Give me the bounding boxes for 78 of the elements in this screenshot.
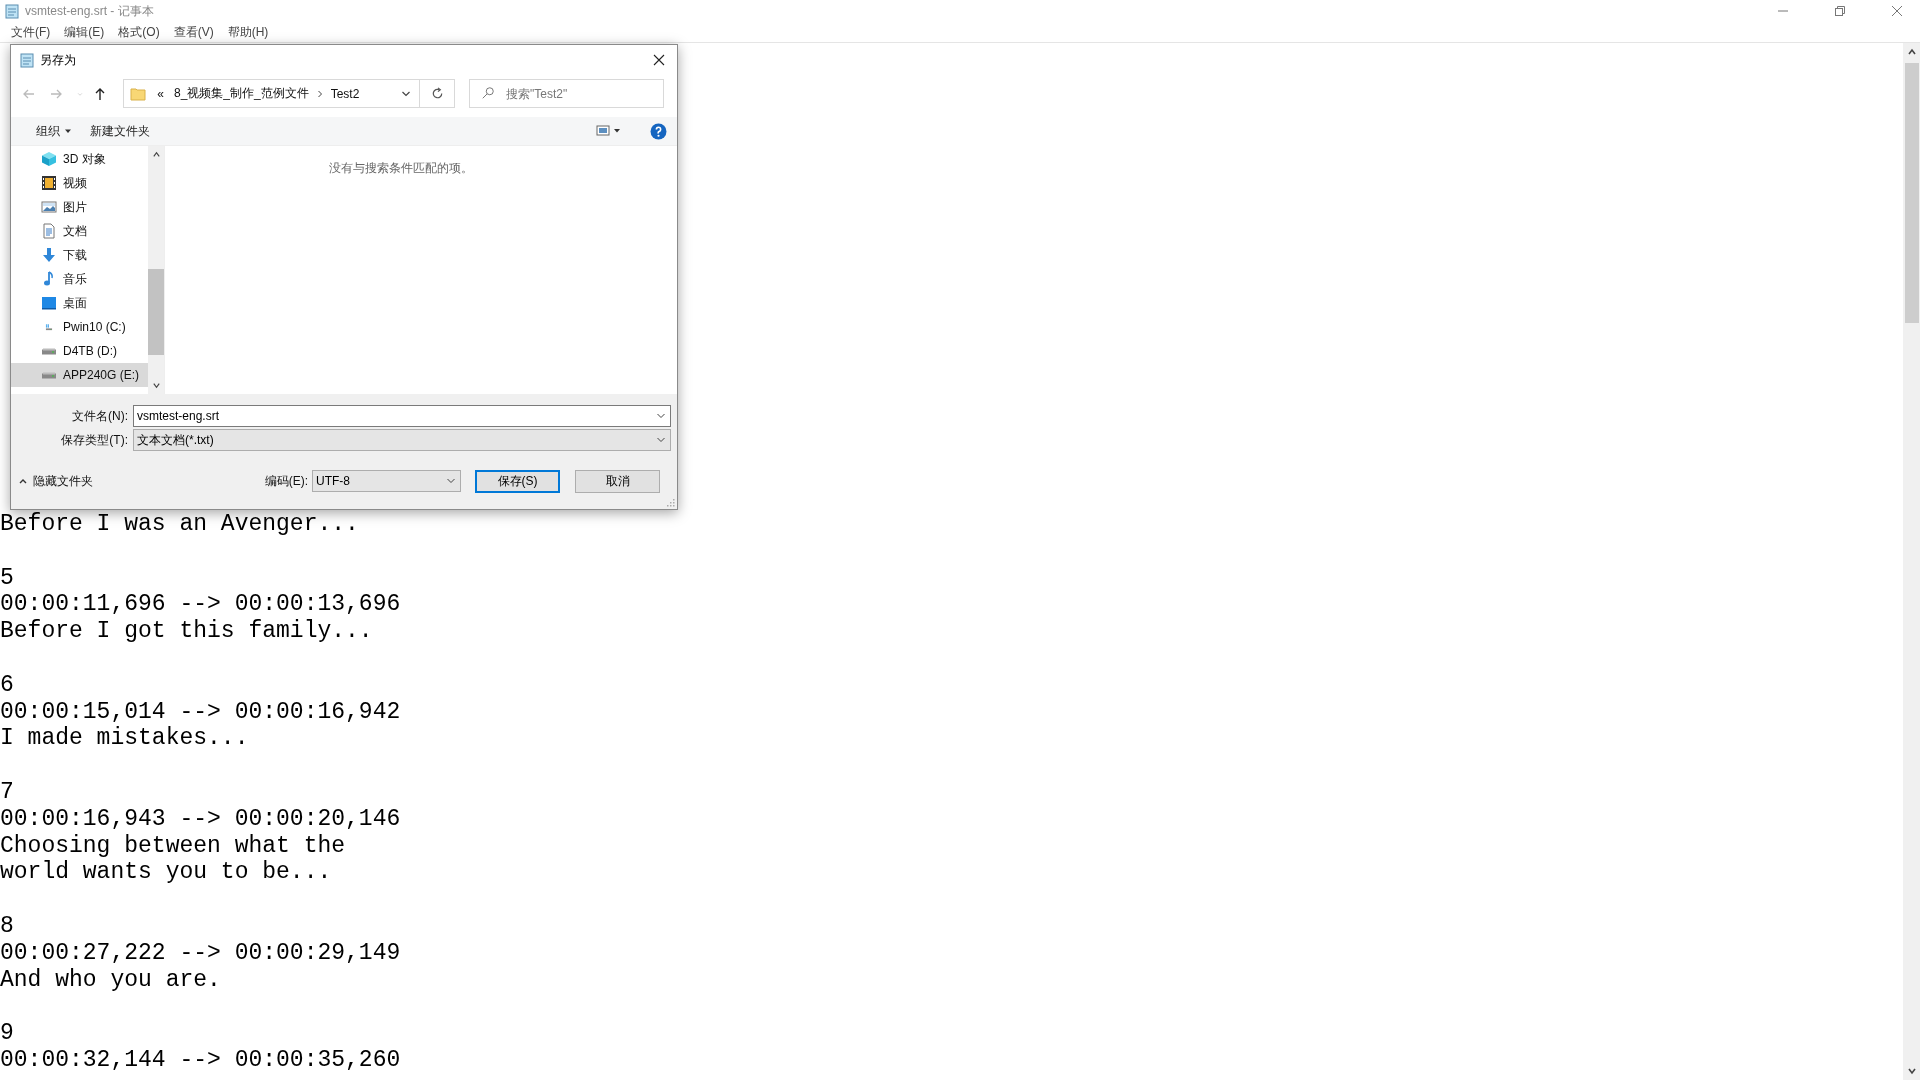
down-arrow-icon	[41, 247, 57, 263]
folder-icon	[130, 85, 147, 102]
scroll-down-icon[interactable]	[1906, 1066, 1917, 1076]
scroll-up-icon[interactable]	[1906, 47, 1917, 57]
menu-item[interactable]: 帮助(H)	[220, 23, 276, 41]
text-line: 00:00:32,144 --> 00:00:35,260	[0, 1046, 401, 1074]
menu-item[interactable]: 编辑(E)	[57, 23, 112, 41]
dialog-title: 另存为	[40, 51, 76, 69]
sidebar-item[interactable]: 文档	[11, 219, 148, 243]
text-line: 7	[0, 778, 14, 806]
notepad-icon	[19, 52, 35, 68]
text-line: Before I got this family...	[0, 618, 373, 645]
caret-icon	[64, 127, 72, 135]
text-line: 00:00:11,696 --> 00:00:13,696	[0, 591, 401, 619]
sidebar-item[interactable]: Pwin10 (C:)	[11, 315, 148, 339]
document-icon	[41, 223, 57, 239]
breadcrumb-overflow[interactable]: «	[157, 86, 164, 101]
text-line: world wants you to be...	[0, 859, 332, 887]
picture-icon	[41, 199, 57, 215]
sidebar-item[interactable]: 图片	[11, 195, 148, 219]
sidebar-item[interactable]: 3D 对象	[11, 147, 148, 171]
text-line: 00:00:15,014 --> 00:00:16,942	[0, 698, 401, 726]
text-line: 5	[0, 564, 14, 592]
field-label: 保存类型(T):	[60, 431, 129, 449]
scrollbar[interactable]	[1903, 43, 1920, 1080]
help-icon[interactable]	[650, 122, 667, 140]
field-label: 文件名(N):	[71, 407, 129, 425]
sidebar-item[interactable]: 视频	[11, 171, 148, 195]
scroll-thumb[interactable]	[148, 269, 164, 355]
sidebar-item[interactable]: 音乐	[11, 267, 148, 291]
desktop-icon	[41, 295, 57, 311]
text-line: Before I was an Avenger...	[0, 511, 359, 538]
sidebar-item[interactable]: 下载	[11, 243, 148, 267]
file-type-dropdown[interactable]: 文本文档(*.txt)	[133, 429, 671, 451]
resize-grip-icon[interactable]	[667, 499, 675, 507]
restore-icon[interactable]	[1834, 5, 1846, 17]
text-line: 8	[0, 912, 14, 940]
menu-item[interactable]: 文件(F)	[4, 23, 58, 41]
text-line: 00:00:27,222 --> 00:00:29,149	[0, 939, 401, 967]
breadcrumb-item[interactable]: Test2	[330, 86, 360, 101]
text-line: I made mistakes...	[0, 725, 249, 753]
organize-menu[interactable]: 组织	[26, 122, 80, 140]
chevron-icon[interactable]	[315, 89, 324, 98]
text-line: 00:00:16,943 --> 00:00:20,146	[0, 805, 401, 833]
close-icon[interactable]	[653, 54, 665, 66]
text-line: And who you are.	[0, 966, 221, 994]
text-line: 9	[0, 1020, 14, 1047]
file-name-field[interactable]: vsmtest-eng.srt	[133, 405, 671, 427]
drive-icon	[41, 347, 57, 355]
text-line: 6	[0, 671, 14, 699]
empty-message: 没有与搜索条件匹配的项。	[329, 160, 473, 177]
cube-icon	[41, 151, 57, 167]
menu-item[interactable]: 查看(V)	[166, 23, 221, 41]
new-folder-button[interactable]: 新建文件夹	[80, 122, 158, 140]
film-icon	[41, 175, 57, 191]
cancel-button[interactable]: 取消	[575, 469, 660, 493]
scroll-thumb[interactable]	[1904, 63, 1919, 323]
sidebar-item[interactable]: APP240G (E:)	[11, 363, 148, 387]
scrollbar[interactable]	[148, 146, 164, 394]
chevron-down-icon[interactable]	[656, 411, 666, 421]
menu-item[interactable]: 格式(O)	[111, 23, 167, 41]
breadcrumb-item[interactable]: 8_视频集_制作_范例文件	[173, 85, 309, 102]
scroll-up-icon[interactable]	[151, 150, 161, 159]
search-icon	[481, 86, 495, 100]
scroll-down-icon[interactable]	[151, 381, 161, 390]
encoding-dropdown[interactable]: UTF-8	[312, 470, 461, 492]
save-button[interactable]: 保存(S)	[475, 469, 560, 493]
address-bar[interactable]: « 8_视频集_制作_范例文件 Test2	[123, 79, 421, 108]
sidebar-item[interactable]: 桌面	[11, 291, 148, 315]
search-field[interactable]: 搜索"Test2"	[469, 79, 664, 108]
field-label: 编码(E):	[264, 472, 308, 490]
window-title: vsmtest-eng.srt - 记事本	[25, 2, 154, 20]
text-line: Choosing between what the	[0, 832, 346, 860]
hide-folders-toggle[interactable]: 隐藏文件夹	[18, 472, 93, 490]
sidebar-item[interactable]: D4TB (D:)	[11, 339, 148, 363]
drive-icon	[41, 371, 57, 379]
refresh-button[interactable]	[420, 79, 455, 108]
notepad-icon	[4, 3, 20, 19]
